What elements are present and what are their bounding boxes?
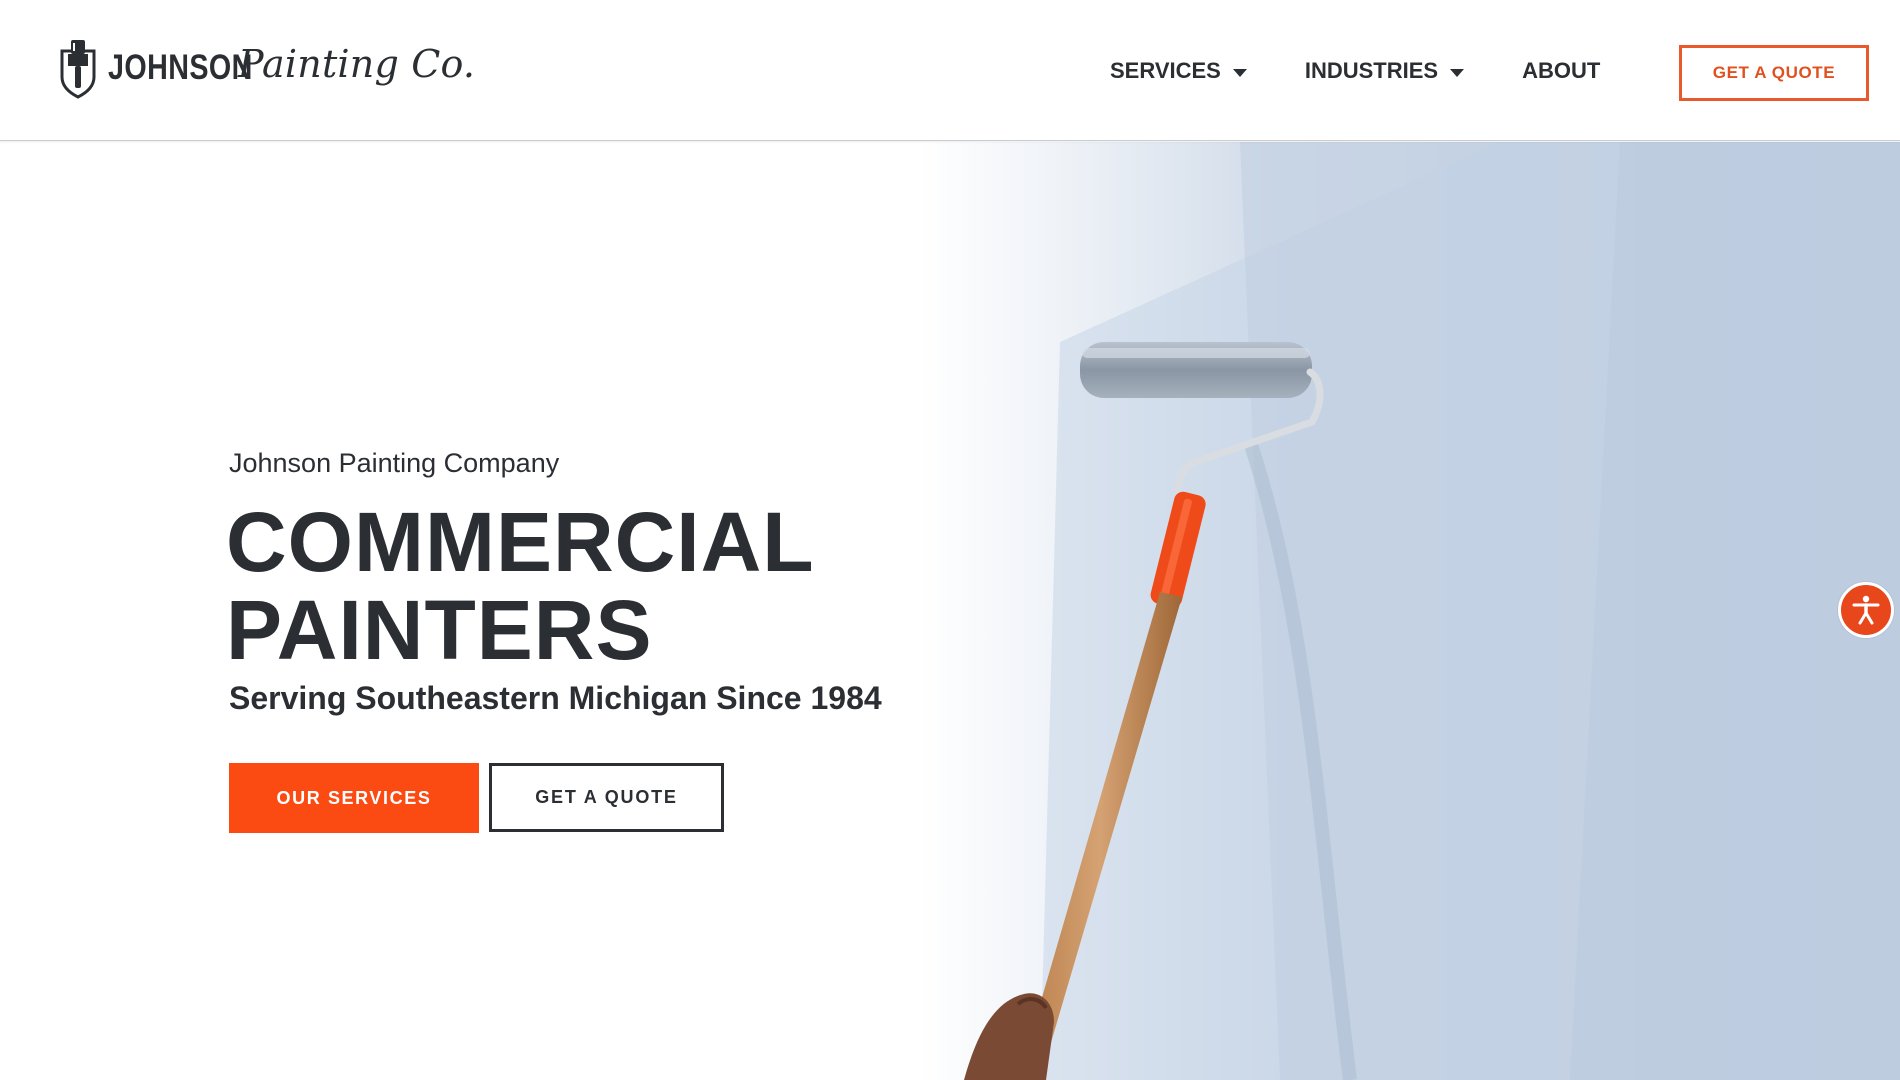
site-logo[interactable]: JOHNSON Painting Co.: [58, 36, 475, 100]
nav-item-about[interactable]: ABOUT: [1522, 58, 1600, 84]
paint-roller-photo-icon: [920, 142, 1900, 1080]
paintbrush-shield-icon: [60, 40, 96, 99]
nav-item-industries[interactable]: INDUSTRIES: [1304, 58, 1465, 84]
nav-item-label: ABOUT: [1522, 58, 1601, 83]
nav-item-label: INDUSTRIES: [1304, 58, 1439, 83]
main-nav: SERVICES INDUSTRIES ABOUT: [1110, 58, 1658, 84]
headline-line-2: PAINTERS: [226, 583, 653, 677]
chevron-down-icon: [1450, 68, 1465, 77]
hero-paint-roller-image: [920, 142, 1900, 1080]
hero-headline: COMMERCIAL PAINTERS: [226, 498, 926, 674]
get-a-quote-hero-button[interactable]: GET A QUOTE: [489, 763, 724, 832]
accessibility-person-icon: [1852, 595, 1880, 625]
chevron-down-icon: [1232, 68, 1247, 77]
nav-item-services[interactable]: SERVICES: [1110, 58, 1247, 84]
our-services-button[interactable]: OUR SERVICES: [229, 763, 479, 833]
get-a-quote-header-button[interactable]: GET A QUOTE: [1679, 45, 1869, 101]
nav-item-label: SERVICES: [1110, 58, 1221, 83]
site-header: JOHNSON Painting Co. SERVICES INDUSTRIES…: [0, 0, 1900, 141]
logo-wordmark: JOHNSON: [108, 48, 253, 87]
logo-script: Painting Co.: [238, 42, 476, 86]
headline-line-1: COMMERCIAL: [226, 495, 815, 589]
hero-subline: Serving Southeastern Michigan Since 1984: [229, 680, 882, 716]
accessibility-widget-button[interactable]: [1838, 582, 1894, 638]
hero-eyebrow: Johnson Painting Company: [229, 448, 560, 478]
